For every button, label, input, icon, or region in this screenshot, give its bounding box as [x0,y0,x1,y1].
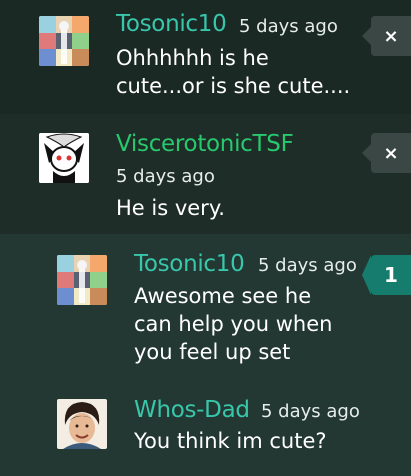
comment-timestamp: 5 days ago [116,166,215,187]
reply-comment-item: Tosonic10 5 days ago Awesome see he can … [0,234,411,391]
reply-count: 1 [384,263,398,287]
character-collage-avatar-icon [57,255,107,305]
comment-body: Awesome see he can help you when you fee… [134,282,332,366]
comment-username[interactable]: Tosonic10 [116,11,227,37]
comment-username[interactable]: Whos-Dad [134,397,250,423]
user-avatar[interactable] [57,255,107,305]
comment-timestamp: 5 days ago [239,16,338,37]
user-avatar[interactable] [57,399,107,449]
delete-comment-button[interactable]: × [362,133,411,173]
comment-username[interactable]: ViscerotonicTSF [116,131,294,157]
user-avatar[interactable] [39,133,89,183]
user-avatar[interactable] [39,16,89,66]
comment-body-line: can help you when [134,312,333,336]
comment-username[interactable]: Tosonic10 [134,251,245,277]
comment-body: You think im cute? [134,427,327,455]
close-icon: × [383,142,399,164]
comment-item: ViscerotonicTSF 5 days ago He is very. × [0,114,411,234]
comment-body-line: Awesome see he [134,284,312,308]
comment-body-line: Ohhhhhh is he [116,46,269,70]
comment-item: Tosonic10 5 days ago Ohhhhhh is he cute.… [0,0,411,114]
reply-comment-item: Whos-Dad 5 days ago You think im cute? [0,391,411,476]
white-cartoon-creature-avatar-icon [39,133,89,183]
comment-body-line: You think im cute? [134,429,327,453]
delete-comment-button[interactable]: × [362,16,411,56]
comment-body-line: He is very. [116,196,225,220]
comment-timestamp: 5 days ago [258,255,357,276]
comment-body-line: you feel up set [134,340,291,364]
comment-body: Ohhhhhh is he cute...or is she cute.... [116,44,350,100]
reply-count-badge[interactable]: 1 [362,255,411,295]
comment-timestamp: 5 days ago [261,401,360,422]
character-collage-avatar-icon [39,16,89,66]
close-icon: × [383,25,399,47]
comment-body: He is very. [116,194,225,222]
comment-body-line: cute...or is she cute.... [116,74,351,98]
smiling-man-portrait-avatar-icon [57,399,107,449]
